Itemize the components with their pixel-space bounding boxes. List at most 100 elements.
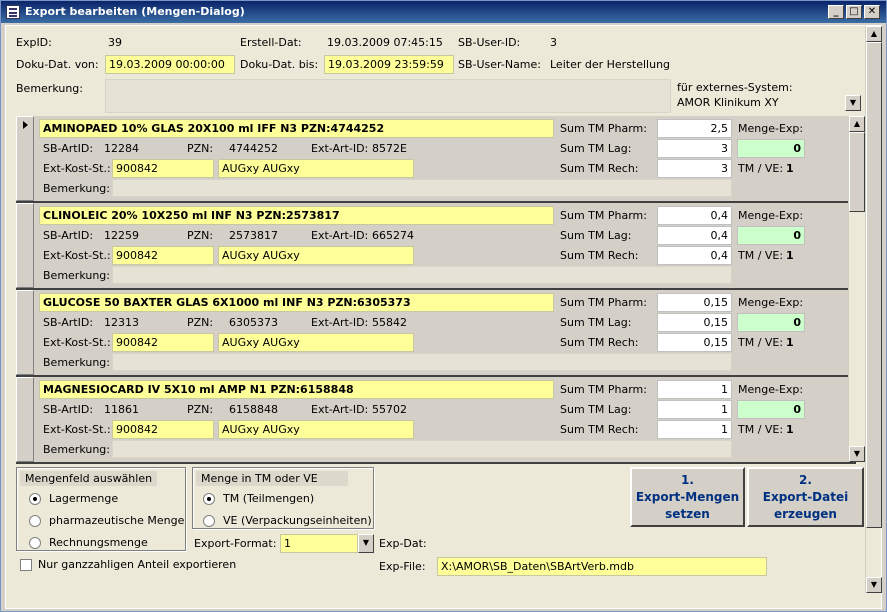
ganzzahlig-label[interactable]: Nur ganzzahligen Anteil exportieren (38, 558, 236, 571)
expfile-label: Exp-File: (379, 560, 426, 573)
bemerkung-field[interactable] (112, 440, 732, 458)
sum-rech-field[interactable]: 1 (657, 420, 732, 439)
sum-pharm-field[interactable]: 1 (657, 380, 732, 399)
records-scrollbar[interactable]: ▲ ▼ (848, 116, 865, 462)
sum-rech-label: Sum TM Rech: (560, 162, 639, 175)
sum-pharm-label: Sum TM Pharm: (560, 383, 647, 396)
pharm-menge-radio[interactable] (29, 515, 41, 527)
extsys-label: für externes-System: (677, 81, 793, 94)
scroll-thumb[interactable] (849, 132, 865, 212)
menge-exp-field[interactable]: 0 (737, 226, 805, 245)
doku-von-field[interactable]: 19.03.2009 00:00:00 (105, 55, 235, 74)
ext-kost-field[interactable]: 900842 (112, 159, 214, 178)
extsys-dropdown-button[interactable]: ▼ (845, 95, 861, 111)
menge-exp-field[interactable]: 0 (737, 313, 805, 332)
ext-kost-text-field[interactable]: AUGxy AUGxy (218, 333, 414, 352)
erstell-label: Erstell-Dat: (240, 36, 302, 49)
sum-lag-field[interactable]: 0,15 (657, 313, 732, 332)
sum-rech-field[interactable]: 0,4 (657, 246, 732, 265)
export-datei-erzeugen-button[interactable]: 2. Export-Datei erzeugen (747, 467, 864, 527)
sum-rech-field[interactable]: 3 (657, 159, 732, 178)
export-format-select[interactable]: 1 (280, 534, 358, 553)
form-scroll-down-button[interactable]: ▼ (866, 577, 882, 593)
rechnungsmenge-radio[interactable] (29, 537, 41, 549)
tm-radio[interactable] (203, 493, 215, 505)
menge-exp-field[interactable]: 0 (737, 400, 805, 419)
pzn-value: 4744252 (229, 142, 278, 155)
sum-lag-field[interactable]: 3 (657, 139, 732, 158)
pharm-menge-label[interactable]: pharmazeutische Menge (49, 514, 184, 527)
rechnungsmenge-label[interactable]: Rechnungsmenge (49, 536, 148, 549)
expfile-field[interactable]: X:\AMOR\SB_Daten\SBArtVerb.mdb (437, 557, 767, 576)
lagermenge-label[interactable]: Lagermenge (49, 492, 118, 505)
scroll-down-button[interactable]: ▼ (849, 446, 865, 462)
ext-art-id-value: 665274 (372, 229, 414, 242)
current-record-pointer-icon (23, 121, 28, 129)
article-title-field[interactable]: GLUCOSE 50 BAXTER GLAS 6X1000 ml INF N3 … (39, 293, 554, 312)
ext-kost-field[interactable]: 900842 (112, 333, 214, 352)
bemerkung-field[interactable] (112, 266, 732, 284)
record-selector[interactable] (16, 290, 34, 375)
minimize-button[interactable]: _ (828, 5, 844, 19)
sb-artid-value: 12313 (104, 316, 139, 329)
bemerkung-label: Bemerkung: (43, 443, 110, 456)
record-selector[interactable] (16, 377, 34, 462)
export-format-dropdown-button[interactable]: ▼ (358, 534, 374, 553)
ext-kost-label: Ext-Kost-St.: (43, 423, 111, 436)
sum-rech-field[interactable]: 0,15 (657, 333, 732, 352)
ext-kost-label: Ext-Kost-St.: (43, 249, 111, 262)
sum-pharm-field[interactable]: 0,15 (657, 293, 732, 312)
ext-kost-field[interactable]: 900842 (112, 246, 214, 265)
menge-exp-label: Menge-Exp: (738, 383, 804, 396)
ext-kost-label: Ext-Kost-St.: (43, 162, 111, 175)
ganzzahlig-checkbox[interactable] (20, 559, 32, 571)
ext-kost-label: Ext-Kost-St.: (43, 336, 111, 349)
sb-artid-value: 12284 (104, 142, 139, 155)
sum-lag-label: Sum TM Lag: (560, 142, 632, 155)
menge-exp-field[interactable]: 0 (737, 139, 805, 158)
ve-label[interactable]: VE (Verpackungseinheiten) (223, 514, 372, 527)
menge-tm-ve-group: Menge in TM oder VE TM (Teilmengen) VE (… (192, 467, 374, 529)
sb-artid-label: SB-ArtID: (43, 229, 94, 242)
lagermenge-radio[interactable] (29, 493, 41, 505)
sum-pharm-field[interactable]: 2,5 (657, 119, 732, 138)
ext-art-id-value: 55842 (372, 316, 407, 329)
close-button[interactable]: ✕ (864, 5, 880, 19)
form-scrollbar[interactable]: ▲ ▼ (865, 26, 882, 593)
ext-kost-text-field[interactable]: AUGxy AUGxy (218, 246, 414, 265)
record-selector[interactable] (16, 116, 34, 201)
form-scroll-thumb[interactable] (866, 42, 882, 528)
sum-lag-field[interactable]: 0,4 (657, 226, 732, 245)
sum-rech-label: Sum TM Rech: (560, 423, 639, 436)
export-mengen-setzen-button[interactable]: 1. Export-Mengen setzen (630, 467, 745, 527)
sbusername-label: SB-User-Name: (458, 58, 541, 71)
record-separator (16, 288, 856, 290)
ext-art-id-label: Ext-Art-ID: (311, 229, 369, 242)
form-scroll-up-button[interactable]: ▲ (866, 26, 882, 42)
bemerkung-field[interactable] (112, 179, 732, 197)
tm-label[interactable]: TM (Teilmengen) (223, 492, 314, 505)
scroll-up-button[interactable]: ▲ (849, 116, 865, 132)
ext-kost-text-field[interactable]: AUGxy AUGxy (218, 159, 414, 178)
ext-kost-text-field[interactable]: AUGxy AUGxy (218, 420, 414, 439)
export-format-label: Export-Format: (194, 537, 277, 550)
ext-kost-field[interactable]: 900842 (112, 420, 214, 439)
sum-lag-field[interactable]: 1 (657, 400, 732, 419)
article-title-field[interactable]: CLINOLEIC 20% 10X250 ml INF N3 PZN:25738… (39, 206, 554, 225)
menge-exp-label: Menge-Exp: (738, 209, 804, 222)
doku-bis-field[interactable]: 19.03.2009 23:59:59 (324, 55, 454, 74)
ext-art-id-label: Ext-Art-ID: (311, 316, 369, 329)
doku-von-label: Doku-Dat. von: (16, 58, 99, 71)
article-title-field[interactable]: AMINOPAED 10% GLAS 20X100 ml IFF N3 PZN:… (39, 119, 554, 138)
article-title-field[interactable]: MAGNESIOCARD IV 5X10 ml AMP N1 PZN:61588… (39, 380, 554, 399)
bemerkung-header-field[interactable] (105, 79, 671, 113)
record-separator (16, 462, 856, 464)
record-selector[interactable] (16, 203, 34, 288)
bemerkung-field[interactable] (112, 353, 732, 371)
ve-radio[interactable] (203, 515, 215, 527)
maximize-button[interactable]: □ (846, 5, 862, 19)
title-bar[interactable]: Export bearbeiten (Mengen-Dialog) _ □ ✕ (1, 1, 886, 23)
pzn-value: 6305373 (229, 316, 278, 329)
sum-pharm-field[interactable]: 0,4 (657, 206, 732, 225)
pzn-label: PZN: (187, 403, 214, 416)
